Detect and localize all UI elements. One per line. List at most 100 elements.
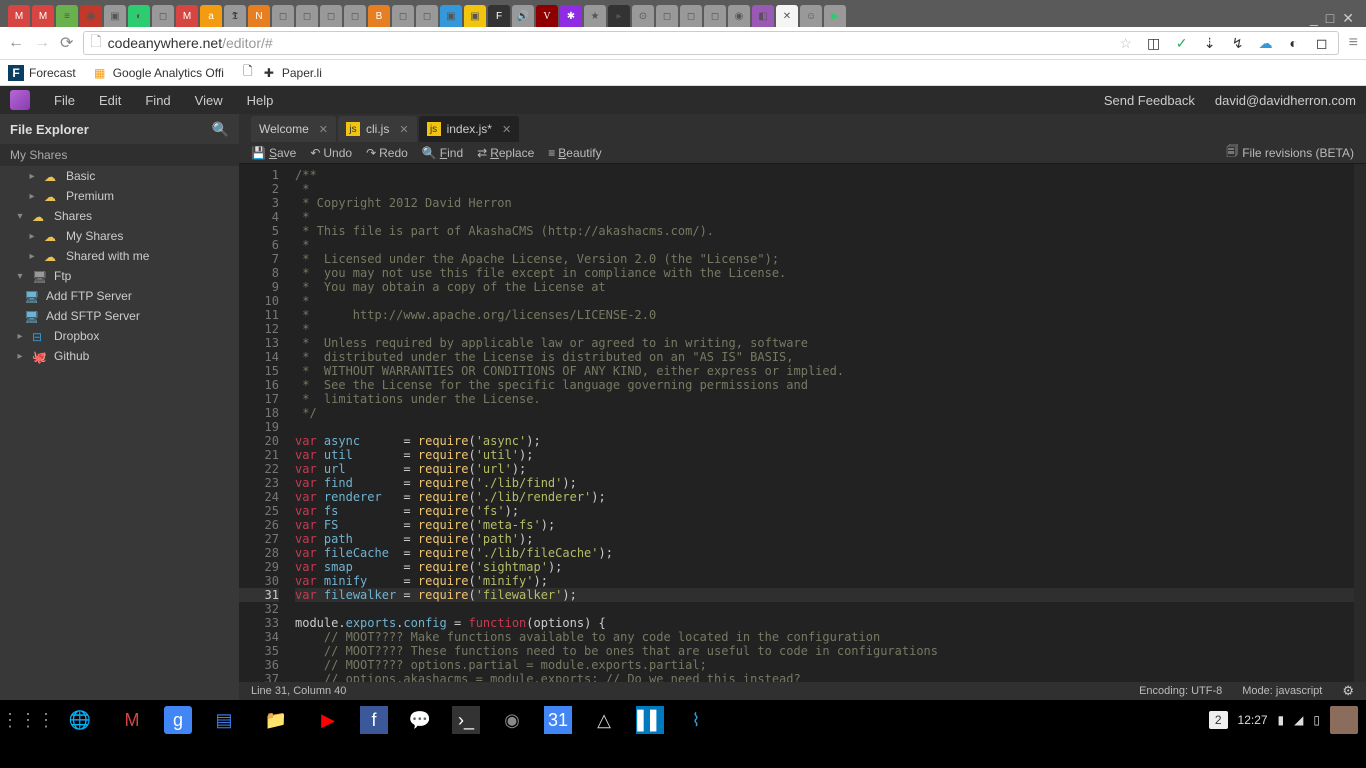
editor-tab-index[interactable]: js index.js* ✕ — [419, 116, 520, 142]
menu-file[interactable]: File — [42, 93, 87, 108]
add-sftp-server[interactable]: 🖥Add SFTP Server — [0, 306, 239, 326]
find-button[interactable]: 🔍Find — [422, 146, 463, 160]
file-revisions-link[interactable]: File revisions (BETA) — [1242, 146, 1354, 160]
browser-tab[interactable]: ◻ — [680, 5, 702, 27]
facebook-icon[interactable]: f — [360, 706, 388, 734]
apps-icon[interactable]: ⋮⋮⋮ — [8, 700, 48, 740]
browser-tab[interactable]: ▣ — [104, 5, 126, 27]
browser-tab[interactable]: ◻ — [704, 5, 726, 27]
bars-icon[interactable]: ▮ — [1278, 713, 1285, 727]
redo-button[interactable]: ↷Redo — [366, 146, 408, 160]
reload-icon[interactable]: ⟳ — [60, 33, 73, 53]
star-icon[interactable]: ☆ — [1116, 33, 1136, 53]
send-feedback-link[interactable]: Send Feedback — [1104, 93, 1195, 108]
browser-tab[interactable]: ✱ — [560, 5, 582, 27]
browser-tab[interactable]: ⊙ — [632, 5, 654, 27]
browser-tab[interactable]: ★ — [584, 5, 606, 27]
browser-tab[interactable]: ◻ — [152, 5, 174, 27]
browser-tab[interactable]: ◧ — [752, 5, 774, 27]
maximize-icon[interactable]: □ — [1326, 10, 1334, 27]
section-github[interactable]: ▸🐙Github — [0, 346, 239, 366]
wifi-icon[interactable]: ◢ — [1294, 713, 1303, 727]
ext-icon[interactable]: ⇣ — [1200, 33, 1220, 53]
gear-icon[interactable]: ⚙ — [1342, 683, 1354, 699]
camera-icon[interactable]: ◉ — [492, 700, 532, 740]
code-editor[interactable]: 1234567891011121314151617181920212223242… — [239, 164, 1366, 682]
browser-tab[interactable]: 🔊 — [512, 5, 534, 27]
notification-badge[interactable]: 2 — [1209, 711, 1228, 729]
avatar[interactable] — [1330, 706, 1358, 734]
scrollbar-vertical[interactable] — [1354, 164, 1366, 682]
calendar-icon[interactable]: 31 — [544, 706, 572, 734]
code-content[interactable]: /** * * Copyright 2012 David Herron * * … — [287, 164, 1354, 682]
menu-help[interactable]: Help — [235, 93, 286, 108]
search-icon[interactable]: 🔍 — [212, 121, 229, 138]
ext-icon[interactable]: ↯ — [1228, 33, 1248, 53]
docs-icon[interactable]: ▤ — [204, 700, 244, 740]
status-mode[interactable]: Mode: javascript — [1242, 685, 1322, 697]
section-dropbox[interactable]: ▸⊟Dropbox — [0, 326, 239, 346]
menu-view[interactable]: View — [183, 93, 235, 108]
chat-icon[interactable]: 💬 — [400, 700, 440, 740]
browser-tab[interactable]: ≡ — [56, 5, 78, 27]
browser-tab[interactable]: ◻ — [416, 5, 438, 27]
section-shares[interactable]: ▾☁Shares — [0, 206, 239, 226]
replace-button[interactable]: ⇄Replace — [477, 146, 534, 160]
close-window-icon[interactable]: ✕ — [1342, 10, 1354, 27]
youtube-icon[interactable]: ▶ — [308, 700, 348, 740]
browser-tab[interactable]: ▶ — [824, 5, 846, 27]
status-encoding[interactable]: Encoding: UTF-8 — [1139, 685, 1222, 697]
save-button[interactable]: 💾Save — [251, 146, 296, 160]
clock[interactable]: 12:27 — [1238, 713, 1268, 727]
google-icon[interactable]: g — [164, 706, 192, 734]
ext-icon[interactable]: ✓ — [1172, 33, 1192, 53]
ext-icon[interactable]: ☁ — [1256, 33, 1276, 53]
editor-tab-cli[interactable]: js cli.js ✕ — [338, 116, 417, 142]
browser-tab[interactable]: N — [248, 5, 270, 27]
bookmark-item[interactable]: 🗋 ✚ Paper.li — [240, 65, 322, 81]
close-icon[interactable]: ✕ — [502, 123, 511, 136]
files-icon[interactable]: 📁 — [256, 700, 296, 740]
browser-tab[interactable]: M — [32, 5, 54, 27]
drive-icon[interactable]: △ — [584, 700, 624, 740]
tree-item[interactable]: ▸☁Shared with me — [0, 246, 239, 266]
browser-tab[interactable]: M — [8, 5, 30, 27]
menu-edit[interactable]: Edit — [87, 93, 133, 108]
browser-tab[interactable]: ◉ — [80, 5, 102, 27]
browser-tab[interactable]: ◻ — [656, 5, 678, 27]
browser-tab[interactable]: ☺ — [800, 5, 822, 27]
forward-icon[interactable]: → — [34, 34, 50, 52]
browser-tab[interactable]: a — [200, 5, 222, 27]
back-icon[interactable]: ← — [8, 34, 24, 52]
trello-icon[interactable]: ▌▌ — [636, 706, 664, 734]
browser-tab[interactable]: B — [368, 5, 390, 27]
terminal-icon[interactable]: ›_ — [452, 706, 480, 734]
close-icon[interactable]: ✕ — [399, 123, 408, 136]
section-my-shares[interactable]: My Shares — [0, 144, 239, 166]
add-ftp-server[interactable]: 🖥Add FTP Server — [0, 286, 239, 306]
address-bar[interactable]: 🗋 codeanywhere.net/editor/# ☆ ◫ ✓ ⇣ ↯ ☁ … — [83, 31, 1338, 55]
menu-icon[interactable]: ≡ — [1349, 34, 1358, 52]
browser-tab[interactable]: ◉ — [728, 5, 750, 27]
section-ftp[interactable]: ▾🖥Ftp — [0, 266, 239, 286]
ext-icon[interactable]: ◐ — [1284, 33, 1304, 53]
browser-tab[interactable]: ▣ — [440, 5, 462, 27]
browser-tab[interactable]: 𝕿 — [224, 5, 246, 27]
browser-tab[interactable]: F — [488, 5, 510, 27]
editor-tab-welcome[interactable]: Welcome ✕ — [251, 116, 336, 142]
delicious-icon[interactable]: ◫ — [1144, 33, 1164, 53]
menu-find[interactable]: Find — [133, 93, 182, 108]
bookmark-item[interactable]: ▦ Google Analytics Offi — [92, 65, 224, 81]
bookmark-item[interactable]: F Forecast — [8, 65, 76, 81]
close-icon[interactable]: ✕ — [319, 123, 328, 136]
browser-tab[interactable]: ◻ — [296, 5, 318, 27]
browser-tab[interactable]: ◻ — [320, 5, 342, 27]
tree-item[interactable]: ▸☁My Shares — [0, 226, 239, 246]
browser-tab[interactable]: V — [536, 5, 558, 27]
gmail-icon[interactable]: M — [112, 700, 152, 740]
tree-item[interactable]: ▸☁Premium — [0, 186, 239, 206]
browser-tab[interactable]: ▸ — [608, 5, 630, 27]
beautify-button[interactable]: ≡Beautify — [548, 146, 601, 160]
browser-tab[interactable]: M — [176, 5, 198, 27]
app-logo-icon[interactable] — [10, 90, 30, 110]
